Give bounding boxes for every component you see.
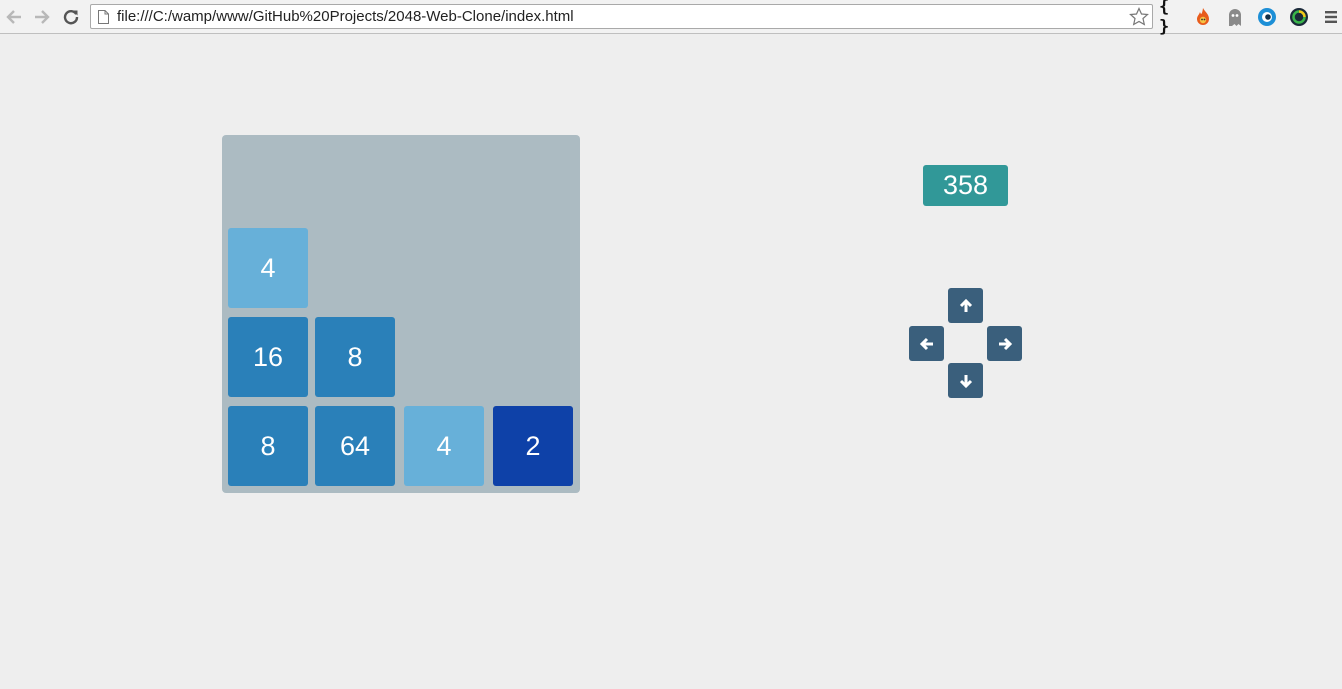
- tile: 2: [493, 406, 573, 486]
- back-arrow-icon[interactable]: [3, 6, 25, 28]
- arrow-down-button[interactable]: [948, 363, 983, 398]
- circle-icon[interactable]: [1288, 6, 1310, 28]
- browser-toolbar: file:///C:/wamp/www/GitHub%20Projects/20…: [0, 0, 1342, 37]
- arrow-down-icon: [959, 374, 972, 388]
- tile: 8: [315, 317, 395, 397]
- tile: 64: [315, 406, 395, 486]
- braces-icon[interactable]: { }: [1159, 0, 1181, 37]
- arrow-right-icon: [998, 337, 1012, 350]
- arrow-left-icon: [919, 337, 933, 350]
- arrow-up-button[interactable]: [948, 288, 983, 323]
- score-display: 358: [923, 165, 1008, 206]
- tile: 4: [404, 406, 484, 486]
- address-bar[interactable]: file:///C:/wamp/www/GitHub%20Projects/20…: [90, 4, 1153, 29]
- url-text[interactable]: file:///C:/wamp/www/GitHub%20Projects/20…: [117, 8, 574, 25]
- arrow-up-icon: [959, 298, 972, 312]
- ghost-icon[interactable]: [1224, 6, 1246, 28]
- page-icon: [98, 10, 109, 24]
- arrow-right-button[interactable]: [987, 326, 1022, 361]
- tile: 8: [228, 406, 308, 486]
- menu-icon[interactable]: [1320, 6, 1342, 28]
- tile: 4: [228, 228, 308, 308]
- game-board: 4 16 8 8 64 4 2: [222, 135, 580, 493]
- reload-icon[interactable]: [60, 6, 82, 28]
- arrow-left-button[interactable]: [909, 326, 944, 361]
- tile: 16: [228, 317, 308, 397]
- eye-icon[interactable]: [1256, 6, 1278, 28]
- forward-arrow-icon[interactable]: [31, 6, 53, 28]
- fire-icon[interactable]: [1192, 6, 1214, 28]
- star-icon[interactable]: [1129, 7, 1149, 27]
